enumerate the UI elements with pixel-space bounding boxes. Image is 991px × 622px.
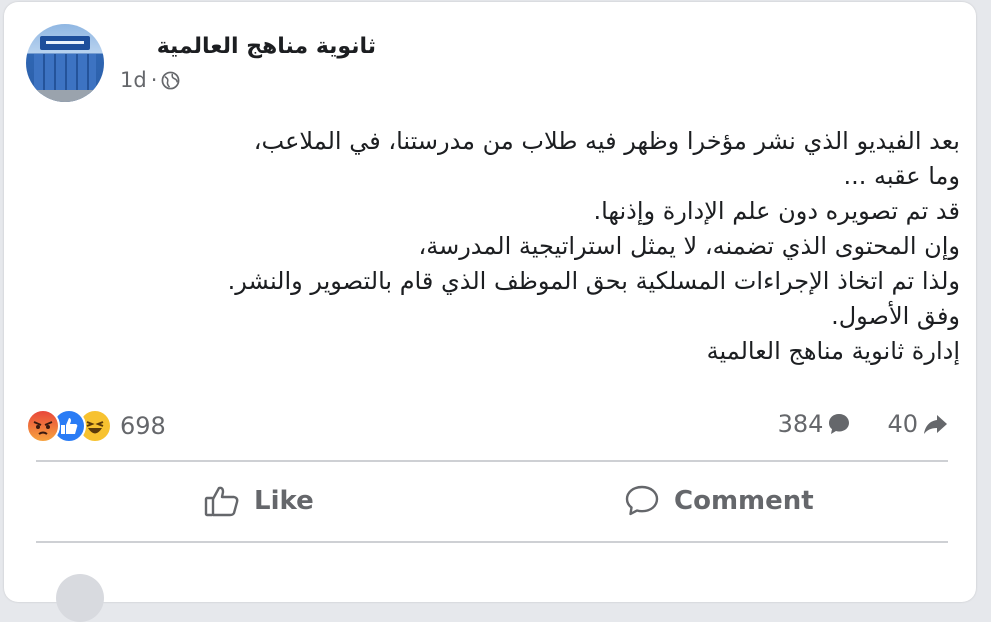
post-time[interactable]: 1d <box>120 68 147 92</box>
comment-label: Comment <box>674 486 814 516</box>
like-button[interactable]: Like <box>204 484 314 518</box>
post-meta: 1d · <box>120 68 180 92</box>
actions-divider <box>36 541 948 543</box>
reactions-count: 698 <box>120 412 166 440</box>
shares-count: 40 <box>887 410 918 438</box>
share-arrow-icon <box>924 415 947 434</box>
avatar-building <box>34 54 96 94</box>
like-label: Like <box>254 486 314 516</box>
meta-separator: · <box>150 68 158 92</box>
comments-count: 384 <box>777 410 824 438</box>
comments-stat[interactable]: 384 <box>778 410 852 438</box>
angry-icon <box>26 409 60 443</box>
post-card: ثانوية مناهج العالمية 1d · بعد الفيديو ا… <box>4 2 976 622</box>
comment-button[interactable]: Comment <box>624 484 814 518</box>
post-body: بعد الفيديو الذي نشر مؤخرا وظهر فيه طلاب… <box>227 127 960 365</box>
globe-icon[interactable] <box>161 71 180 90</box>
page-name[interactable]: ثانوية مناهج العالمية <box>116 34 376 59</box>
page-avatar[interactable] <box>26 24 104 102</box>
thumbs-up-icon <box>204 486 239 517</box>
stats-divider <box>36 460 948 462</box>
avatar-ground <box>26 90 104 102</box>
avatar-sign <box>40 36 90 50</box>
commenter-avatar[interactable] <box>56 574 104 622</box>
comment-bubble-icon <box>829 414 850 434</box>
reactions-summary[interactable]: 698 <box>26 409 166 443</box>
shares-stat[interactable]: 40 <box>887 410 948 438</box>
engagement-stats: 384 40 <box>778 410 948 438</box>
comment-icon <box>625 485 659 516</box>
